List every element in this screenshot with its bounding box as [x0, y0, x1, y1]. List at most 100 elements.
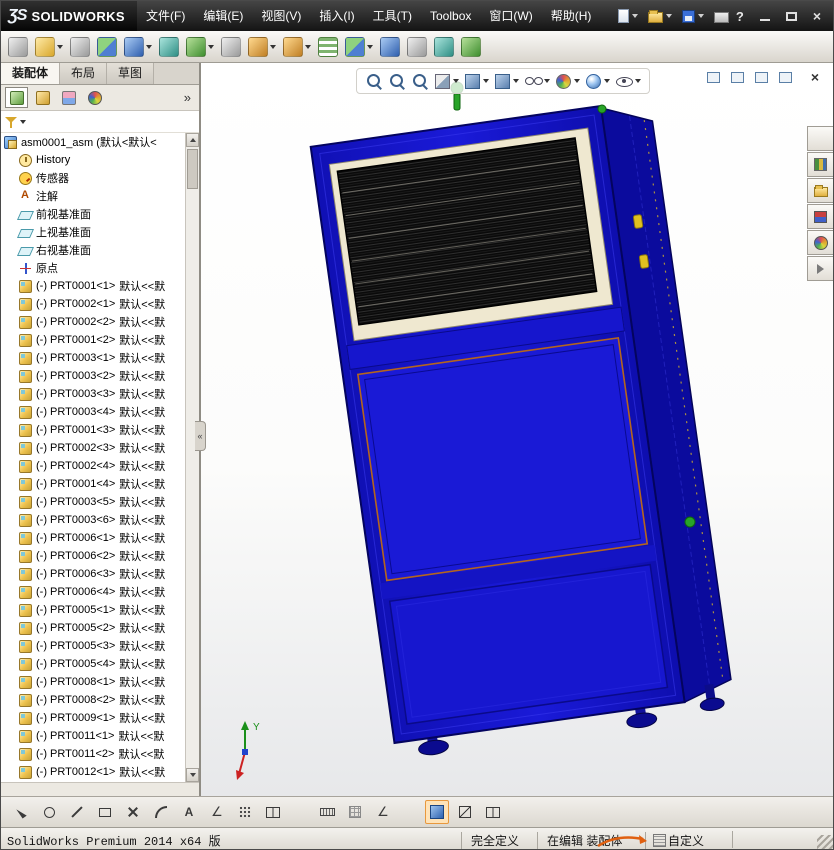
panel-header-tab[interactable]: [83, 87, 106, 108]
toolbar-button[interactable]: [281, 35, 313, 59]
view-tool-button[interactable]: [411, 72, 429, 90]
tree-item[interactable]: (-) PRT0003<6> 默认<<默: [1, 511, 185, 529]
sketch-tool-button[interactable]: [371, 800, 395, 824]
tree-scrollbar[interactable]: [185, 133, 199, 782]
toolbar-button[interactable]: [316, 35, 340, 59]
tree-item[interactable]: (-) PRT0006<4> 默认<<默: [1, 583, 185, 601]
task-pane-tab[interactable]: [807, 178, 833, 203]
tree-item[interactable]: 右视基准面: [1, 241, 185, 259]
view-tool-button[interactable]: [555, 73, 580, 90]
sketch-tool-button[interactable]: [37, 800, 61, 824]
tree-item[interactable]: (-) PRT0006<3> 默认<<默: [1, 565, 185, 583]
view-tool-button[interactable]: [524, 72, 550, 90]
toolbar-button[interactable]: [343, 35, 375, 59]
tree-item[interactable]: 上视基准面: [1, 223, 185, 241]
expand-panel-button[interactable]: »: [184, 90, 195, 105]
menu-item[interactable]: 视图(V): [252, 1, 310, 31]
tree-item[interactable]: (-) PRT0005<4> 默认<<默: [1, 655, 185, 673]
sketch-tool-button[interactable]: [93, 800, 117, 824]
tile-window-icon[interactable]: [730, 71, 744, 83]
toolbar-button[interactable]: [95, 35, 119, 59]
tree-item[interactable]: History: [1, 151, 185, 169]
sketch-tool-button[interactable]: [315, 800, 339, 824]
toolbar-button[interactable]: [184, 35, 216, 59]
view-tool-button[interactable]: [388, 72, 406, 90]
tree-item[interactable]: (-) PRT0005<1> 默认<<默: [1, 601, 185, 619]
minimize-document-icon[interactable]: [754, 71, 768, 83]
sketch-tool-button[interactable]: [65, 800, 89, 824]
tree-item[interactable]: (-) PRT0002<2> 默认<<默: [1, 313, 185, 331]
tree-item[interactable]: (-) PRT0006<1> 默认<<默: [1, 529, 185, 547]
sketch-tool-button[interactable]: [9, 800, 33, 824]
sketch-tool-button[interactable]: [121, 800, 145, 824]
tree-item[interactable]: 传感器: [1, 169, 185, 187]
toolbar-button[interactable]: [219, 35, 243, 59]
new-document-button[interactable]: [616, 7, 640, 25]
tree-item[interactable]: (-) PRT0003<2> 默认<<默: [1, 367, 185, 385]
help-button[interactable]: ?: [736, 9, 744, 24]
toolbar-button[interactable]: [122, 35, 154, 59]
toolbar-button[interactable]: [432, 35, 456, 59]
view-tool-button[interactable]: [464, 73, 489, 90]
close-button[interactable]: ×: [813, 9, 821, 23]
toolbar-button[interactable]: [33, 35, 65, 59]
tree-item[interactable]: (-) PRT0005<2> 默认<<默: [1, 619, 185, 637]
toolbar-button[interactable]: [6, 35, 30, 59]
sketch-tool-button[interactable]: [205, 800, 229, 824]
tree-item[interactable]: (-) PRT0009<1> 默认<<默: [1, 709, 185, 727]
minimize-button[interactable]: [759, 19, 770, 21]
sketch-tool-button[interactable]: [177, 800, 201, 824]
tree-item[interactable]: 前视基准面: [1, 205, 185, 223]
panel-header-tab[interactable]: [57, 87, 80, 108]
tree-item[interactable]: (-) PRT0002<4> 默认<<默: [1, 457, 185, 475]
panel-tab[interactable]: 装配体: [1, 63, 61, 84]
chevron-down-icon[interactable]: [20, 119, 26, 124]
panel-tab[interactable]: 草图: [107, 63, 155, 84]
sketch-tool-button[interactable]: [149, 800, 173, 824]
tree-item[interactable]: (-) PRT0003<1> 默认<<默: [1, 349, 185, 367]
tree-item[interactable]: (-) PRT0003<4> 默认<<默: [1, 403, 185, 421]
panel-tab[interactable]: 布局: [60, 63, 108, 84]
tree-item[interactable]: (-) PRT0001<3> 默认<<默: [1, 421, 185, 439]
restore-document-icon[interactable]: [778, 71, 792, 83]
view-tool-button[interactable]: [494, 73, 519, 90]
toolbar-button[interactable]: [378, 35, 402, 59]
tree-item[interactable]: (-) PRT0003<3> 默认<<默: [1, 385, 185, 403]
tree-item[interactable]: (-) PRT0001<2> 默认<<默: [1, 331, 185, 349]
maximize-button[interactable]: [785, 11, 797, 21]
sketch-tool-button[interactable]: [425, 800, 449, 824]
menu-item[interactable]: 窗口(W): [480, 1, 541, 31]
graphics-viewport[interactable]: × Y: [201, 63, 834, 796]
view-tool-button[interactable]: [434, 73, 459, 90]
tree-item[interactable]: (-) PRT0001<4> 默认<<默: [1, 475, 185, 493]
toolbar-button[interactable]: [68, 35, 92, 59]
tree-item[interactable]: asm0001_asm (默认<默认<: [1, 133, 185, 151]
task-pane-tab[interactable]: [807, 230, 833, 255]
view-tool-button[interactable]: [615, 72, 641, 90]
model-3d[interactable]: [201, 63, 834, 796]
tree-item[interactable]: 注解: [1, 187, 185, 205]
tree-item[interactable]: (-) PRT0008<2> 默认<<默: [1, 691, 185, 709]
tree-item[interactable]: (-) PRT0008<1> 默认<<默: [1, 673, 185, 691]
resize-grip[interactable]: [817, 835, 833, 849]
filter-funnel-icon[interactable]: [5, 116, 17, 128]
close-document-button[interactable]: ×: [811, 70, 819, 84]
tree-item[interactable]: (-) PRT0002<3> 默认<<默: [1, 439, 185, 457]
sketch-tool-button[interactable]: [343, 800, 367, 824]
task-pane-tab[interactable]: [807, 126, 833, 151]
tree-item[interactable]: (-) PRT0006<2> 默认<<默: [1, 547, 185, 565]
scroll-up-button[interactable]: [186, 133, 199, 147]
toolbar-button[interactable]: [405, 35, 429, 59]
sketch-tool-button[interactable]: [233, 800, 257, 824]
tree-item[interactable]: (-) PRT0002<1> 默认<<默: [1, 295, 185, 313]
tree-item[interactable]: 原点: [1, 259, 185, 277]
task-pane-tab[interactable]: [807, 152, 833, 177]
custom-status-button[interactable]: 自定义: [645, 832, 704, 849]
menu-item[interactable]: Toolbox: [421, 1, 480, 31]
view-tool-button[interactable]: [365, 72, 383, 90]
sketch-tool-button[interactable]: [261, 800, 285, 824]
tree-item[interactable]: (-) PRT0001<1> 默认<<默: [1, 277, 185, 295]
task-pane-tab[interactable]: [807, 204, 833, 229]
toolbar-button[interactable]: [246, 35, 278, 59]
tree-item[interactable]: (-) PRT0003<5> 默认<<默: [1, 493, 185, 511]
